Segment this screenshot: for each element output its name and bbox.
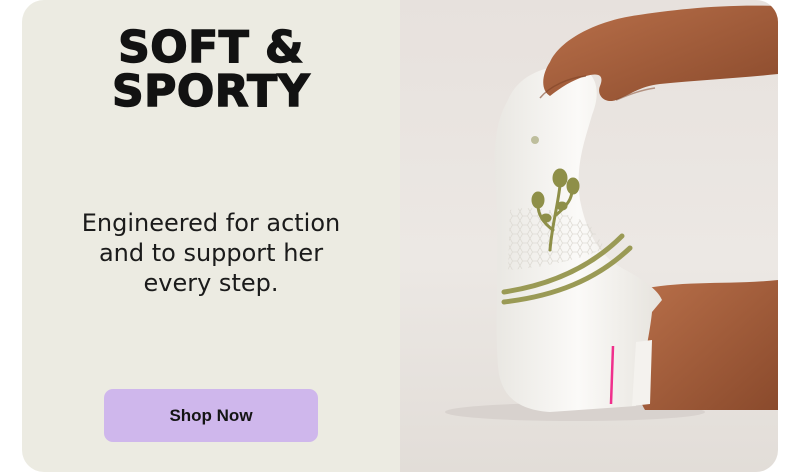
sock-photo-illustration xyxy=(445,5,778,421)
subcopy-line-1: Engineered for action xyxy=(81,209,341,237)
shop-now-button[interactable]: Shop Now xyxy=(104,389,318,442)
headline-line-2: SPORTY xyxy=(111,66,311,117)
headline-line-1: SOFT & xyxy=(117,22,304,73)
subcopy-line-3: every step. xyxy=(143,269,279,297)
promo-banner: SOFT & SPORTY Engineered for action and … xyxy=(22,0,778,472)
promo-headline: SOFT & SPORTY xyxy=(22,22,400,117)
sock-dot xyxy=(531,136,539,144)
subcopy-line-2: and to support her xyxy=(98,239,324,267)
product-photo[interactable] xyxy=(400,0,778,472)
promo-text-panel: SOFT & SPORTY Engineered for action and … xyxy=(22,0,400,472)
promo-subcopy: Engineered for action and to support her… xyxy=(22,208,400,298)
